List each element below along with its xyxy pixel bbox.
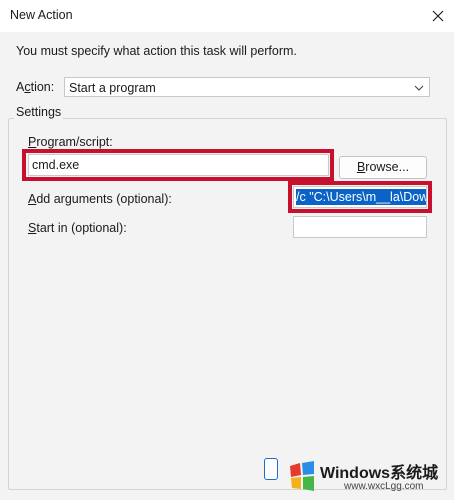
watermark-url: www.wxcLgg.com (344, 481, 424, 492)
action-label: Action: (16, 80, 55, 94)
program-highlight-box (22, 149, 334, 181)
watermark-title: Windows系统城 (320, 465, 439, 482)
browse-button[interactable]: Browse... (339, 156, 427, 179)
program-script-label: Program/script: (28, 135, 113, 149)
ok-button[interactable] (264, 458, 278, 480)
chevron-down-icon (414, 82, 424, 96)
settings-caption: Settings (14, 105, 64, 119)
window-title: New Action (10, 8, 73, 22)
start-in-label: Start in (optional): (28, 221, 127, 235)
instruction-text: You must specify what action this task w… (16, 44, 297, 58)
title-bar: New Action (0, 0, 454, 32)
start-in-input[interactable] (293, 216, 427, 238)
dialog-body: You must specify what action this task w… (0, 32, 454, 500)
close-icon[interactable] (428, 6, 448, 26)
action-dropdown-value: Start a program (69, 81, 156, 95)
windows-logo-icon (288, 460, 316, 495)
arguments-label: Add arguments (optional): (28, 192, 172, 206)
action-dropdown[interactable]: Start a program (64, 77, 430, 97)
arguments-highlight-box (288, 181, 432, 213)
watermark: Windows系统城 www.wxcLgg.com (280, 452, 454, 500)
